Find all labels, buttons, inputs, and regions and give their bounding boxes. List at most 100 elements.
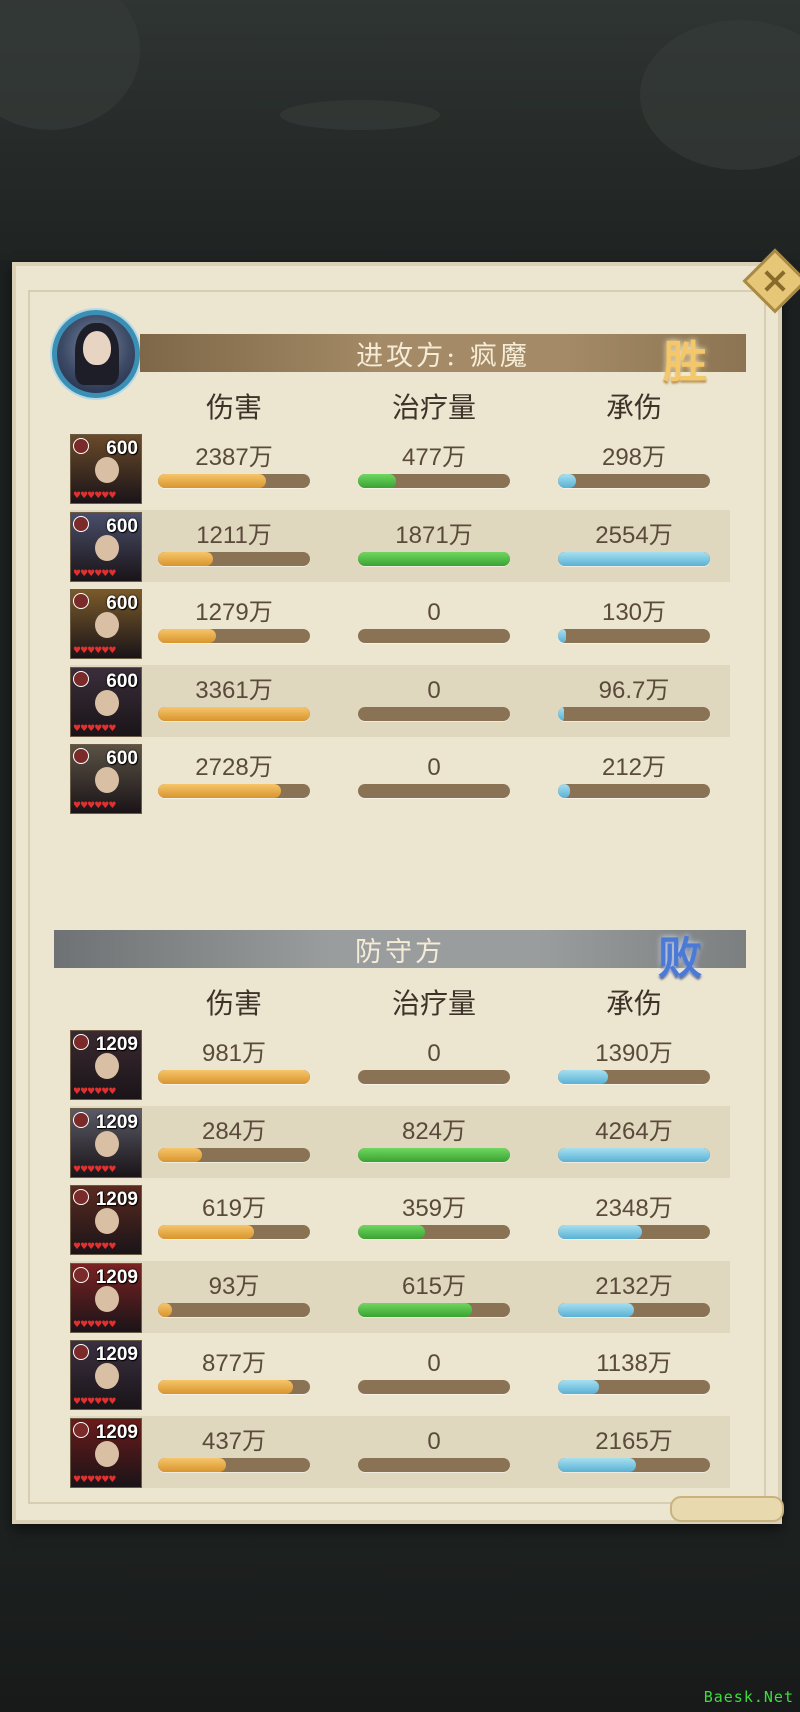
damage-bar — [158, 1070, 310, 1084]
hero-portrait[interactable]: ♥♥♥♥♥♥ 1209 — [70, 1030, 142, 1100]
hero-level: 1209 — [95, 1111, 138, 1133]
damage-bar — [158, 629, 310, 643]
heal-cell: 0 — [358, 599, 510, 643]
hero-level: 1209 — [95, 1344, 138, 1365]
hero-portrait[interactable]: ♥♥♥♥♥♥ 600 — [70, 511, 142, 582]
defeat-mark: 败 — [658, 933, 702, 984]
damage-cell: 437万 — [158, 1428, 310, 1472]
hero-stat-row: ♥♥♥♥♥♥ 1209 437万 0 2165万 — [70, 1415, 730, 1488]
hero-level: 600 — [106, 438, 138, 459]
taken-bar-fill — [558, 1070, 609, 1084]
heal-cell: 824万 — [358, 1118, 510, 1162]
hero-stat-row: ♥♥♥♥♥♥ 1209 981万 0 1390万 — [70, 1028, 730, 1100]
damage-cell: 2387万 — [158, 444, 310, 488]
damage-bar — [158, 474, 310, 488]
damage-value: 1211万 — [196, 521, 272, 549]
damage-cell: 619万 — [158, 1195, 310, 1239]
taken-value: 2132万 — [595, 1272, 673, 1300]
hero-level: 1209 — [95, 1034, 138, 1055]
watermark: Baesk.Net — [703, 1688, 794, 1706]
column-header-damage: 伤害 — [205, 391, 262, 424]
star-rank-icon: ♥♥♥♥♥♥ — [73, 1087, 116, 1097]
heal-value: 0 — [427, 676, 441, 704]
hero-portrait[interactable]: ♥♥♥♥♥♥ 1209 — [70, 1417, 142, 1488]
heal-bar — [358, 1457, 510, 1472]
damage-bar-fill — [158, 474, 266, 488]
battle-background-bottom — [0, 1520, 800, 1712]
element-icon — [73, 438, 89, 454]
damage-bar-fill — [158, 1147, 203, 1162]
taken-value: 298万 — [601, 444, 667, 471]
hero-stat-row: ♥♥♥♥♥♥ 1209 284万 824万 4264万 — [70, 1105, 730, 1178]
heal-bar — [358, 1380, 510, 1394]
column-header-taken: 承伤 — [605, 391, 662, 424]
heal-bar — [358, 1147, 510, 1162]
taken-value: 212万 — [601, 754, 667, 781]
hero-stat-row: ♥♥♥♥♥♥ 600 2728万 0 212万 — [70, 742, 730, 814]
hero-portrait[interactable]: ♥♥♥♥♥♥ 600 — [70, 666, 142, 737]
element-icon — [73, 593, 89, 609]
hero-level: 600 — [106, 670, 138, 692]
heal-bar — [358, 706, 510, 721]
star-rank-icon: ♥♥♥♥♥♥ — [73, 1397, 116, 1407]
heal-value: 477万 — [401, 444, 467, 471]
hero-portrait[interactable]: ♥♥♥♥♥♥ 600 — [70, 744, 142, 814]
hero-portrait[interactable]: ♥♥♥♥♥♥ 1209 — [70, 1107, 142, 1178]
damage-bar-fill — [158, 629, 216, 643]
attacker-avatar[interactable] — [52, 310, 140, 398]
hero-portrait[interactable]: ♥♥♥♥♥♥ 1209 — [70, 1262, 142, 1333]
hero-stat-row: ♥♥♥♥♥♥ 600 1279万 0 130万 — [70, 587, 730, 659]
taken-cell: 2554万 — [558, 522, 710, 566]
hero-head — [95, 612, 119, 638]
taken-value: 1138万 — [596, 1350, 672, 1377]
heal-cell: 0 — [358, 1040, 510, 1084]
hero-head — [95, 1208, 119, 1234]
damage-cell: 2728万 — [158, 754, 310, 798]
damage-value: 284万 — [201, 1117, 267, 1145]
taken-value: 1390万 — [595, 1040, 673, 1067]
taken-bar — [558, 1225, 710, 1239]
heal-bar — [358, 551, 510, 566]
taken-cell: 298万 — [558, 444, 710, 488]
taken-cell: 212万 — [558, 754, 710, 798]
hero-level: 1209 — [95, 1189, 138, 1210]
heal-bar — [358, 784, 510, 798]
hero-portrait[interactable]: ♥♥♥♥♥♥ 1209 — [70, 1185, 142, 1255]
hero-portrait[interactable]: ♥♥♥♥♥♥ 1209 — [70, 1340, 142, 1410]
damage-bar — [158, 1147, 310, 1162]
hero-level: 600 — [106, 593, 138, 614]
attacker-banner: 进攻方: 疯魔 — [140, 334, 746, 372]
heal-bar-fill — [358, 551, 510, 566]
heal-bar — [358, 1070, 510, 1084]
heal-value: 0 — [427, 1350, 441, 1377]
victory-mark: 胜 — [663, 337, 707, 388]
heal-bar — [358, 474, 510, 488]
taken-bar — [558, 551, 710, 566]
star-rank-icon: ♥♥♥♥♥♥ — [73, 723, 116, 734]
damage-bar-fill — [158, 706, 310, 721]
hero-head — [95, 1130, 119, 1157]
hero-head — [95, 1363, 119, 1389]
taken-bar-fill — [558, 474, 577, 488]
hero-stat-row: ♥♥♥♥♥♥ 600 1211万 1871万 2554万 — [70, 509, 730, 582]
taken-bar — [558, 784, 710, 798]
taken-value: 130万 — [601, 599, 667, 626]
taken-bar — [558, 706, 710, 721]
damage-bar — [158, 706, 310, 721]
column-header-damage: 伤害 — [205, 987, 262, 1020]
star-rank-icon: ♥♥♥♥♥♥ — [73, 801, 116, 811]
column-header-taken: 承伤 — [605, 987, 662, 1020]
damage-value: 1279万 — [195, 599, 273, 626]
damage-bar-fill — [158, 784, 282, 798]
hero-portrait[interactable]: ♥♥♥♥♥♥ 600 — [70, 434, 142, 504]
hero-stat-row: ♥♥♥♥♥♥ 600 2387万 477万 298万 — [70, 432, 730, 504]
heal-cell: 0 — [358, 754, 510, 798]
heal-cell: 615万 — [358, 1273, 510, 1317]
hero-portrait[interactable]: ♥♥♥♥♥♥ 600 — [70, 589, 142, 659]
heal-bar — [358, 1302, 510, 1317]
damage-cell: 877万 — [158, 1350, 310, 1394]
damage-cell: 1211万 — [158, 522, 310, 566]
heal-cell: 0 — [358, 1350, 510, 1394]
damage-value: 2728万 — [195, 754, 273, 781]
damage-value: 981万 — [201, 1040, 267, 1067]
